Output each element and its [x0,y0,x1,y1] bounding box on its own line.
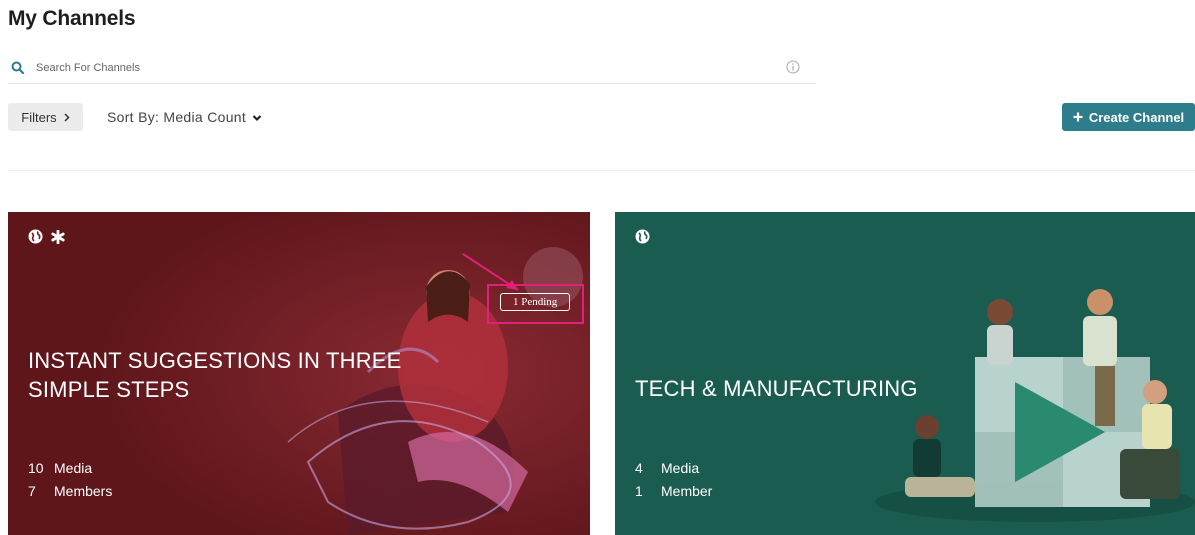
media-label: Media [54,460,93,476]
channel-stats: 4 Media 1 Member [635,457,712,503]
asterisk-icon [51,229,65,249]
channel-stats: 10 Media 7 Members [28,457,112,503]
page-title: My Channels [8,7,136,30]
media-stat: 10 Media [28,457,112,480]
media-stat: 4 Media [635,457,712,480]
search-input[interactable] [36,61,736,74]
info-icon[interactable] [786,60,800,79]
members-count: 7 [28,483,36,499]
sort-dropdown[interactable]: Sort By: Media Count [107,109,262,125]
filters-button[interactable]: Filters [8,103,83,131]
members-label: Members [54,483,113,499]
create-channel-button[interactable]: Create Channel [1062,103,1195,131]
chevron-down-icon [252,109,262,125]
search-icon [11,61,31,74]
chevron-right-icon [63,110,70,125]
channel-title: INSTANT SUGGESTIONS IN THREE SIMPLE STEP… [28,348,402,402]
divider [8,170,1195,171]
members-label: Member [661,483,713,499]
channel-card[interactable]: TECH & MANUFACTURING 4 Media 1 Member [615,212,1195,535]
globe-icon [28,229,43,249]
create-channel-label: Create Channel [1088,109,1185,125]
search-bar [8,52,816,84]
channel-card[interactable]: 1 Pending INSTANT SUGGESTIONS IN THREE S… [8,212,590,535]
pending-badge[interactable]: 1 Pending [500,293,571,311]
media-count: 4 [635,460,643,476]
members-stat: 7 Members [28,480,112,503]
members-count: 1 [635,483,643,499]
globe-icon [635,229,650,249]
media-label: Media [661,460,700,476]
channel-title: TECH & MANUFACTURING [635,376,918,401]
plus-icon [1073,110,1083,125]
card-icons [28,229,65,249]
members-stat: 1 Member [635,480,712,503]
filters-label: Filters [21,109,57,125]
card-icons [635,229,650,249]
sort-label: Sort By: Media Count [107,109,247,125]
media-count: 10 [28,460,44,476]
